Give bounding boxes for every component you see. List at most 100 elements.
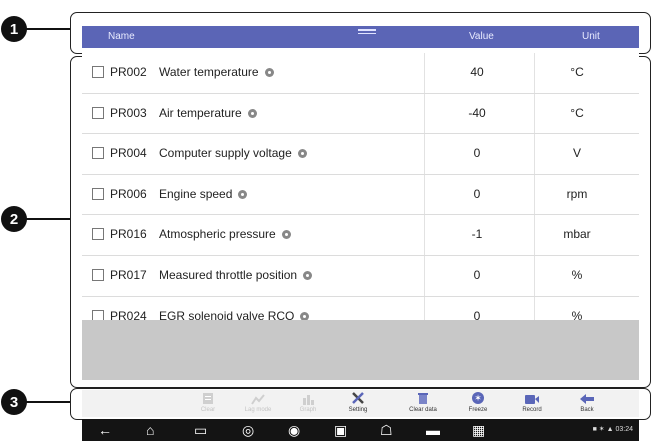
callout-line [26, 218, 70, 220]
parameter-row[interactable]: PR017 Measured throttle position 0% [82, 255, 639, 297]
document-icon [188, 390, 228, 405]
value-column-header: Value [469, 31, 494, 42]
parameter-value: -40 [468, 105, 486, 120]
bar-icon [288, 390, 328, 405]
chrome-icon[interactable]: ◎ [242, 422, 254, 439]
row-checkbox[interactable] [92, 228, 104, 241]
recent-apps-icon[interactable]: ▭ [194, 422, 207, 439]
parameter-unit: mbar [563, 227, 591, 242]
parameter-unit: °C [570, 65, 584, 79]
name-column-header: Name [108, 31, 135, 42]
parameter-row[interactable]: PR003 Air temperature -40 °C [82, 93, 639, 135]
parameter-name-cell: Air temperature [159, 106, 257, 120]
parameter-id: PR017 [110, 267, 147, 282]
button-label: Graph [299, 407, 317, 413]
parameter-id: PR016 [110, 227, 147, 242]
info-icon[interactable] [264, 68, 274, 77]
parameter-name-cell: Engine speed [159, 186, 248, 201]
parameter-name: Water temperature [159, 65, 259, 79]
unit-column-header: Unit [582, 31, 600, 42]
column-divider [534, 53, 535, 93]
parameter-name: Computer supply voltage [159, 146, 292, 161]
drag-handle-icon[interactable] [358, 29, 376, 36]
parameter-value: 40 [470, 65, 484, 79]
vci-icon[interactable]: ▦ [472, 422, 485, 439]
function-toolbar: Clear Lag mode Graph Setting Clear data ✶ Free… [82, 390, 639, 417]
column-divider [534, 134, 535, 174]
parameter-name-cell: Water temperature [159, 65, 274, 79]
button-label: Clear data [409, 407, 437, 413]
column-divider [424, 255, 425, 296]
info-icon[interactable] [281, 230, 291, 240]
parameter-name: Engine speed [159, 186, 233, 201]
button-label: Record [522, 407, 542, 413]
parameter-row[interactable]: PR004 Computer supply voltage 0 V [82, 134, 639, 175]
callout-line [26, 401, 70, 403]
button-label: Back [580, 407, 594, 413]
parameter-unit: V [572, 146, 581, 161]
freeze-button[interactable]: ✶ Freeze [458, 390, 498, 413]
parameter-row[interactable]: PR002 Water temperature 40 °C [82, 53, 639, 94]
snowflake-icon: ✶ [458, 390, 498, 405]
column-divider [424, 53, 425, 93]
back-arrow-icon [567, 390, 607, 405]
parameter-name: Measured throttle position [159, 267, 298, 282]
parameter-row[interactable]: PR006 Engine speed 0 rpm [82, 174, 639, 216]
parameter-unit: % [571, 267, 583, 282]
setting-button[interactable]: Setting [338, 390, 378, 413]
parameter-value: -1 [471, 227, 483, 242]
clock: 03:24 [615, 426, 633, 433]
empty-list-area [82, 320, 639, 380]
button-label: Freeze [468, 407, 488, 413]
parameter-value: 0 [473, 186, 481, 201]
lag-mode-button[interactable]: Lag mode [238, 390, 278, 413]
callout-number: 1 [1, 16, 27, 42]
clear-button[interactable]: Clear [188, 390, 228, 413]
parameter-id: PR006 [110, 186, 147, 201]
parameter-name: Air temperature [159, 105, 242, 120]
column-divider [424, 93, 425, 134]
house-icon[interactable]: ☖ [380, 422, 393, 439]
trash-icon [403, 390, 443, 405]
parameter-id: PR002 [110, 65, 147, 79]
column-divider [534, 215, 535, 255]
back-button[interactable]: Back [567, 390, 607, 413]
row-checkbox[interactable] [92, 187, 104, 200]
car-icon[interactable]: ▬ [426, 422, 440, 438]
button-label: Lag mode [244, 407, 272, 413]
screen-capture-icon[interactable]: ▣ [334, 422, 347, 439]
column-divider [534, 174, 535, 215]
parameter-name-cell: Measured throttle position [159, 267, 313, 282]
clear-data-button[interactable]: Clear data [403, 390, 443, 413]
row-checkbox[interactable] [92, 268, 104, 281]
parameter-id: PR004 [110, 146, 147, 161]
button-label: Clear [200, 407, 216, 413]
parameter-list: PR002 Water temperature 40 °C PR003 Air tempe… [82, 53, 639, 338]
parameter-value: 0 [473, 146, 481, 161]
home-icon[interactable]: ⌂ [146, 422, 154, 438]
parameter-row[interactable]: PR016 Atmospheric pressure -1 mbar [82, 215, 639, 256]
row-checkbox[interactable] [92, 66, 104, 78]
callout-number: 3 [1, 389, 27, 415]
row-checkbox[interactable] [92, 147, 104, 160]
back-icon[interactable]: ← [98, 422, 112, 438]
info-icon[interactable] [247, 108, 257, 118]
android-nav-bar: ← ⌂ ▭ ◎ ◉ ▣ ☖ ▬ ▦ ■ ✶ ▲ 03:24 [82, 419, 639, 441]
parameter-id: PR003 [110, 105, 147, 120]
callout-line [26, 28, 70, 30]
callout-number: 2 [1, 206, 27, 232]
column-header: Name Value Unit [82, 26, 639, 48]
camera-icon[interactable]: ◉ [288, 422, 300, 439]
parameter-unit: °C [570, 105, 584, 120]
status-area: ■ ✶ ▲ 03:24 [592, 426, 633, 433]
row-checkbox[interactable] [92, 106, 104, 119]
record-button[interactable]: Record [512, 390, 552, 413]
parameter-name: Atmospheric pressure [159, 227, 276, 242]
info-icon[interactable] [297, 149, 307, 159]
graph-button[interactable]: Graph [288, 390, 328, 413]
info-icon[interactable] [238, 189, 248, 199]
info-icon[interactable] [303, 270, 313, 280]
parameter-unit: rpm [566, 186, 588, 201]
column-divider [534, 255, 535, 296]
column-divider [424, 215, 425, 255]
